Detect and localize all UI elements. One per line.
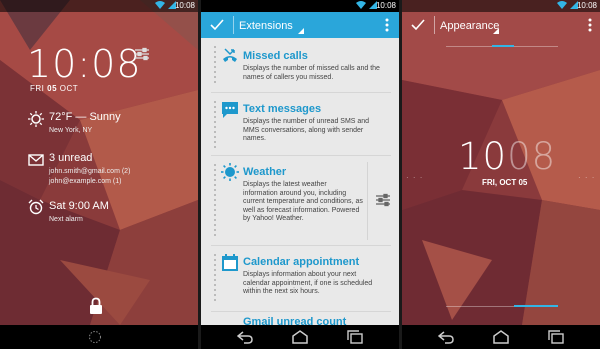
date-weekday: FRI	[30, 84, 45, 93]
nav-bar	[402, 325, 600, 349]
status-bar: 10:08	[0, 0, 198, 12]
recent-apps-icon[interactable]	[347, 330, 363, 344]
status-bar: 10:08	[201, 0, 399, 12]
settings-sliders-icon[interactable]	[134, 46, 150, 62]
status-bar: 10:08	[402, 0, 600, 12]
bottom-pager-indicator[interactable]	[514, 305, 558, 307]
overflow-menu-icon[interactable]	[385, 18, 389, 32]
lock-clock: 10:08	[27, 42, 142, 86]
lock-date: FRI 05 OCT	[30, 84, 78, 93]
appearance-title-dropdown[interactable]: Appearance	[440, 20, 499, 32]
status-time: 10:08	[174, 1, 195, 10]
list-item-calendar[interactable]: Calendar appointment Displays informatio…	[201, 246, 399, 310]
settings-separator	[367, 162, 368, 240]
mail-icon	[28, 154, 44, 166]
drag-handle-icon[interactable]	[214, 164, 218, 240]
back-icon[interactable]	[438, 330, 454, 344]
nav-bar	[201, 325, 399, 349]
dropdown-caret-icon	[298, 28, 304, 34]
drag-handle-icon[interactable]	[214, 254, 218, 306]
unlock-ring-icon[interactable]	[88, 330, 102, 344]
drag-handle-icon[interactable]	[214, 101, 218, 149]
alarm-title: Sat 9:00 AM	[49, 200, 109, 212]
recent-apps-icon[interactable]	[548, 330, 564, 344]
gmail-title: 3 unread	[49, 152, 93, 164]
gmail-account-1: john.smith@gmail.com (2)	[49, 168, 131, 175]
ext-title-weather: Weather	[243, 166, 287, 178]
weather-location: New York, NY	[49, 127, 93, 134]
weather-title: 72°F — Sunny	[49, 111, 121, 123]
list-item-text-messages[interactable]: Text messages Displays the number of unr…	[201, 93, 399, 153]
preview-minute: 08	[507, 135, 557, 178]
date-day: 05	[47, 84, 58, 93]
alarm-subtitle: Next alarm	[49, 216, 83, 223]
ext-desc-missed-calls: Displays the number of missed calls and …	[243, 65, 380, 81]
list-item-gmail[interactable]: Gmail unread count	[201, 312, 399, 328]
action-bar-separator	[233, 16, 234, 34]
appearance-panel: 10:08 Appearance · · · · · · 1008 FRI, O…	[402, 0, 600, 349]
calendar-icon	[222, 254, 238, 271]
wifi-icon	[557, 1, 567, 9]
status-time: 10:08	[576, 1, 597, 10]
lock-icon	[90, 297, 102, 314]
clock-style-preview[interactable]: 1008	[458, 135, 556, 178]
preview-hour: 10	[458, 135, 508, 178]
right-scroll-dots: · · ·	[578, 173, 596, 182]
app-screenshots: 10:08 10:08 FRI 05 OCT 72°F — Sunny New …	[0, 0, 600, 349]
ext-desc-calendar: Displays information about your next cal…	[243, 271, 373, 295]
done-check-icon[interactable]	[210, 18, 224, 32]
wifi-icon	[356, 1, 366, 9]
ext-desc-text-messages: Displays the number of unread SMS and MM…	[243, 118, 370, 142]
action-bar: Extensions	[201, 12, 399, 38]
top-pager-indicator[interactable]	[492, 45, 514, 47]
back-icon[interactable]	[237, 330, 253, 344]
drag-handle-icon[interactable]	[214, 46, 218, 86]
ext-desc-weather: Displays the latest weather information …	[243, 181, 363, 222]
action-bar-separator	[434, 16, 435, 34]
list-item-missed-calls[interactable]: Missed calls Displays the number of miss…	[201, 38, 399, 90]
ext-title-calendar: Calendar appointment	[243, 256, 360, 268]
ext-title-missed-calls: Missed calls	[243, 50, 308, 62]
alarm-clock-icon	[28, 199, 44, 215]
gmail-account-2: john@example.com (1)	[49, 178, 122, 185]
extensions-panel: 10:08 Extensions Missed calls Displays t…	[201, 0, 399, 349]
weather-sun-icon	[221, 163, 239, 181]
missed-call-icon	[223, 48, 237, 62]
wifi-icon	[155, 1, 165, 9]
home-icon[interactable]	[292, 330, 308, 344]
date-month: OCT	[59, 84, 79, 93]
sun-icon	[28, 111, 44, 127]
lock-bottom-bar	[0, 325, 198, 349]
lockscreen-panel: 10:08 10:08 FRI 05 OCT 72°F — Sunny New …	[0, 0, 198, 349]
preview-date: FRI, OCT 05	[482, 178, 528, 187]
list-item-weather[interactable]: Weather Displays the latest weather info…	[201, 156, 399, 244]
dropdown-caret-icon	[493, 28, 499, 34]
overflow-menu-icon[interactable]	[588, 18, 592, 32]
sms-icon	[222, 102, 238, 118]
extensions-title-dropdown[interactable]: Extensions	[239, 20, 293, 32]
left-scroll-dots: · · ·	[406, 173, 424, 182]
extension-settings-icon[interactable]	[375, 192, 391, 208]
home-icon[interactable]	[493, 330, 509, 344]
ext-title-text-messages: Text messages	[243, 103, 322, 115]
done-check-icon[interactable]	[411, 18, 425, 32]
status-time: 10:08	[375, 1, 396, 10]
